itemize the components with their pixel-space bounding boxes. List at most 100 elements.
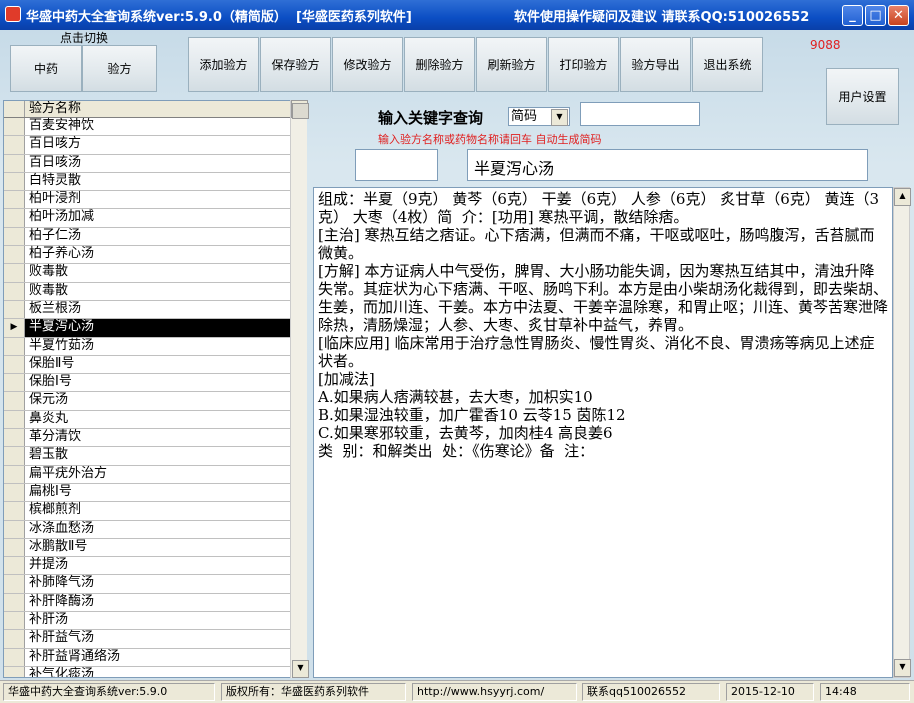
- list-item[interactable]: 柏子养心汤: [4, 246, 306, 265]
- list-item-label: 保胎Ⅱ号: [29, 355, 75, 371]
- list-item[interactable]: 扁桃Ⅰ号: [4, 483, 306, 503]
- list-item-label: 补肝降酶汤: [29, 593, 95, 609]
- list-item-label: 保胎Ⅰ号: [29, 374, 72, 390]
- list-item[interactable]: 柏叶汤加减: [4, 209, 306, 228]
- list-item-label: 半夏竹茹汤: [29, 337, 95, 353]
- keyword-input[interactable]: [580, 102, 700, 126]
- list-item-label: 百麦安神饮: [29, 118, 95, 133]
- list-item[interactable]: 补肝益气汤: [4, 630, 306, 649]
- row-indicator: [4, 227, 25, 246]
- toggle-label: 点击切换: [60, 31, 109, 45]
- detail-paragraph: [临床应用] 临床常用于治疗急性胃肠炎、慢性胃炎、消化不良、胃溃疡等病见上述症状…: [318, 334, 875, 370]
- list-item[interactable]: 冰鹏散Ⅱ号: [4, 538, 306, 558]
- list-item-label: 败毒散: [29, 264, 69, 280]
- list-item[interactable]: 柏叶浸剂: [4, 191, 306, 210]
- search-hint: 输入验方名称或药物名称请回车 自动生成简码: [378, 133, 602, 146]
- list-item[interactable]: 冰涤血愁汤: [4, 520, 306, 539]
- minimize-button[interactable]: _: [842, 5, 863, 26]
- list-item[interactable]: ▶ 半夏泻心汤: [4, 319, 306, 338]
- scroll-thumb[interactable]: [292, 103, 309, 119]
- list-item-label: 柏叶汤加减: [29, 209, 95, 225]
- list-item[interactable]: 补肝降酶汤: [4, 593, 306, 613]
- row-indicator: [4, 593, 25, 612]
- print-prescription-button[interactable]: 打印验方: [548, 37, 619, 92]
- title-bar: 华盛中药大全查询系统ver:5.9.0（精简版） [华盛医药系列软件] 软件使用…: [0, 0, 914, 30]
- list-item[interactable]: 保元汤: [4, 392, 306, 411]
- list-item-label: 白特灵散: [29, 172, 82, 188]
- list-item[interactable]: 革分清饮: [4, 429, 306, 448]
- scroll-up-arrow-icon[interactable]: ▲: [894, 188, 911, 206]
- prescription-mode-button[interactable]: 验方: [82, 45, 157, 92]
- list-item-label: 补肝益肾通络汤: [29, 648, 121, 664]
- search-mode-select[interactable]: 简码 ▼: [508, 107, 570, 126]
- prescription-name-field[interactable]: 半夏泻心汤: [467, 149, 868, 181]
- contact-text: 软件使用操作疑问及建议 请联系QQ:510026552: [514, 10, 810, 25]
- row-indicator: [4, 648, 25, 666]
- chevron-down-icon[interactable]: ▼: [551, 109, 568, 126]
- row-indicator: [4, 502, 25, 520]
- status-copyright: 版权所有：华盛医药系列软件: [221, 683, 406, 701]
- list-item[interactable]: 保胎Ⅰ号: [4, 374, 306, 393]
- list-item-label: 扁平疣外治方: [29, 465, 108, 481]
- detail-paragraph: [主治] 寒热互结之痞证。心下痞满，但满而不痛，干呕或呕吐，肠鸣腹泻，舌苔腻而微…: [318, 226, 875, 262]
- row-indicator: [4, 154, 25, 172]
- search-mode-value: 简码: [511, 109, 538, 124]
- list-item-label: 槟榔煎剂: [29, 502, 82, 518]
- delete-prescription-button[interactable]: 删除验方: [404, 37, 475, 92]
- herb-mode-button[interactable]: 中药: [10, 45, 82, 92]
- prescription-list[interactable]: 验方名称 百麦安神饮百日咳方 百日咳汤 白特灵散柏叶浸剂 柏叶汤加减柏子仁汤 柏子养心汤…: [3, 100, 307, 678]
- save-prescription-button[interactable]: 保存验方: [260, 37, 331, 92]
- row-indicator: [4, 355, 25, 374]
- row-indicator: [4, 557, 25, 575]
- list-item-label: 补气化痰汤: [29, 666, 95, 678]
- scroll-down-arrow-icon[interactable]: ▼: [292, 660, 309, 678]
- maximize-button[interactable]: □: [865, 5, 886, 26]
- list-item[interactable]: 槟榔煎剂: [4, 502, 306, 521]
- add-prescription-button[interactable]: 添加验方: [188, 37, 259, 92]
- list-header-label: 验方名称: [29, 101, 82, 116]
- refresh-prescription-button[interactable]: 刷新验方: [476, 37, 547, 92]
- list-item[interactable]: 百麦安神饮: [4, 118, 306, 137]
- row-indicator: [4, 118, 25, 136]
- list-item[interactable]: 败毒散: [4, 264, 306, 283]
- scroll-down-arrow-icon[interactable]: ▼: [894, 659, 911, 677]
- list-item[interactable]: 白特灵散: [4, 172, 306, 192]
- row-indicator: [4, 447, 25, 465]
- detail-paragraph: 组成：半夏（9克） 黄芩（6克） 干姜（6克） 人参（6克） 炙甘草（6克） 黄…: [318, 190, 880, 226]
- edit-prescription-button[interactable]: 修改验方: [332, 37, 403, 92]
- list-item[interactable]: 碧玉散: [4, 447, 306, 466]
- shortcode-field[interactable]: [355, 149, 438, 181]
- list-item[interactable]: 败毒散: [4, 282, 306, 301]
- row-indicator: [4, 172, 25, 191]
- list-item[interactable]: 柏子仁汤: [4, 227, 306, 247]
- list-item[interactable]: 补气化痰汤: [4, 666, 306, 678]
- list-item[interactable]: 鼻炎丸: [4, 410, 306, 430]
- list-item[interactable]: 补肺降气汤: [4, 575, 306, 594]
- list-scrollbar[interactable]: ▲ ▼: [290, 100, 309, 678]
- list-item-label: 柏子养心汤: [29, 246, 95, 262]
- close-button[interactable]: ✕: [888, 5, 909, 26]
- row-indicator: [4, 410, 25, 429]
- user-settings-button[interactable]: 用户设置: [826, 68, 899, 125]
- list-item[interactable]: 百日咳汤: [4, 154, 306, 173]
- row-indicator: [4, 392, 25, 410]
- row-indicator: [4, 520, 25, 538]
- export-prescription-button[interactable]: 验方导出: [620, 37, 691, 92]
- list-item[interactable]: 半夏竹茹汤: [4, 337, 306, 356]
- list-item-label: 碧玉散: [29, 447, 69, 463]
- list-item[interactable]: 保胎Ⅱ号: [4, 355, 306, 375]
- list-item-label: 板兰根汤: [29, 300, 82, 316]
- list-item[interactable]: 板兰根汤: [4, 300, 306, 320]
- status-qq: 联系qq510026552: [582, 683, 720, 701]
- list-item[interactable]: 补肝益肾通络汤: [4, 648, 306, 667]
- list-item-label: 保元汤: [29, 392, 69, 408]
- list-item[interactable]: 扁平疣外治方: [4, 465, 306, 484]
- list-item[interactable]: 并提汤: [4, 557, 306, 576]
- list-item-label: 并提汤: [29, 557, 69, 573]
- prescription-detail-text[interactable]: 组成：半夏（9克） 黄芩（6克） 干姜（6克） 人参（6克） 炙甘草（6克） 黄…: [313, 187, 893, 678]
- detail-scrollbar[interactable]: ▲ ▼: [893, 187, 911, 678]
- row-indicator: [4, 337, 25, 355]
- exit-button[interactable]: 退出系统: [692, 37, 763, 92]
- list-item[interactable]: 百日咳方: [4, 136, 306, 155]
- list-item[interactable]: 补肝汤: [4, 612, 306, 631]
